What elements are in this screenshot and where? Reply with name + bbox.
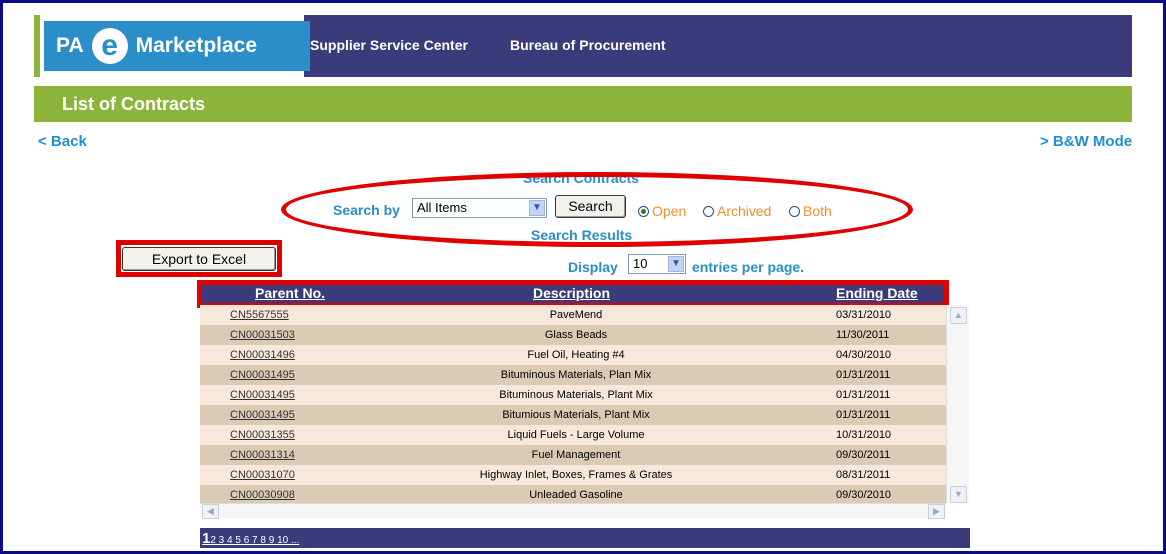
parent-no-link[interactable]: CN00031495 (230, 365, 295, 385)
ending-date-cell: 09/30/2011 (836, 449, 891, 461)
parent-no-link[interactable]: CN00031070 (230, 465, 295, 485)
ending-date-cell: 01/31/2011 (836, 369, 891, 381)
parent-no-link[interactable]: CN00031495 (230, 405, 295, 425)
parent-no-link[interactable]: CN00031495 (230, 385, 295, 405)
ending-date-cell: 09/30/2010 (836, 489, 892, 501)
parent-no-link[interactable]: CN00031496 (230, 345, 295, 365)
parent-no-link[interactable]: CN00030908 (230, 485, 295, 505)
horizontal-scrollbar[interactable]: ◀ ▶ (200, 503, 946, 519)
table-row: CN5567555 PaveMend 03/31/2010 (200, 305, 946, 325)
scroll-left-icon[interactable]: ◀ (202, 504, 219, 519)
display-label: Display (568, 259, 618, 275)
ending-date-cell: 10/31/2010 (836, 429, 892, 441)
entries-per-page-value: 10 (633, 256, 648, 271)
ending-date-cell: 08/31/2011 (836, 469, 891, 481)
ending-date-cell: 04/30/2010 (836, 349, 892, 361)
logo-container[interactable]: PA e Marketplace (34, 15, 310, 77)
table-row: CN00031495 Bituminous Materials, Plant Mi… (200, 385, 946, 405)
description-cell: Fuel Oil, Heating #4 (527, 349, 625, 361)
description-cell: PaveMend (549, 309, 603, 321)
pa-emarketplace-logo[interactable]: PA e Marketplace (44, 21, 310, 71)
description-cell: Bituminous Materials, Plant Mix (499, 389, 653, 401)
ending-date-cell: 03/31/2010 (836, 309, 892, 321)
scroll-right-icon[interactable]: ▶ (928, 504, 945, 519)
table-row: CN00031495 Bituminous Materials, Plan Mix… (200, 365, 946, 385)
table-row: CN00031496 Fuel Oil, Heating #4 04/30/2010 (200, 345, 946, 365)
back-link[interactable]: < Back (38, 133, 87, 150)
bureau-of-procurement-link[interactable]: Bureau of Procurement (510, 37, 666, 53)
search-results-heading: Search Results (531, 227, 633, 243)
description-cell: Highway Inlet, Boxes, Frames & Grates (479, 469, 673, 481)
table-row: CN00031070 Highway Inlet, Boxes, Frames &… (200, 465, 946, 485)
site-header: PA e Marketplace Supplier Service Center… (34, 15, 1132, 77)
export-to-excel-button[interactable]: Export to Excel (122, 247, 276, 271)
description-cell: Glass Beads (544, 329, 608, 341)
description-cell: Bituminous Materials, Plan Mix (500, 369, 652, 381)
parent-no-link[interactable]: CN00031355 (230, 425, 295, 445)
logo-pa: PA (56, 34, 84, 57)
table-row: CN00031314 Fuel Management 09/30/2011 (200, 445, 946, 465)
parent-no-link[interactable]: CN00031503 (230, 325, 295, 345)
logo-marketplace: Marketplace (135, 34, 258, 57)
parent-no-link[interactable]: CN00031314 (230, 445, 295, 465)
table-row: CN00030908 Unleaded Gasoline 09/30/2010 (200, 485, 946, 505)
chevron-down-icon[interactable]: ▼ (668, 256, 684, 272)
entries-per-page-select[interactable]: 10 ▼ (628, 254, 686, 274)
description-cell: Liquid Fuels - Large Volume (507, 429, 645, 441)
table-row: CN00031355 Liquid Fuels - Large Volume 10/… (200, 425, 946, 445)
vertical-scrollbar[interactable]: ▲ ▼ (946, 305, 969, 503)
ending-date-cell: 01/31/2011 (836, 389, 891, 401)
table-row: CN00031495 Bitumious Materials, Plant Mix… (200, 405, 946, 425)
entries-per-page-label: entries per page. (692, 259, 805, 275)
ending-date-cell: 11/30/2011 (836, 329, 890, 341)
page-title: List of Contracts (34, 86, 1132, 122)
table-row: CN00031503 Glass Beads 11/30/2011 (200, 325, 946, 345)
description-cell: Unleaded Gasoline (529, 489, 623, 501)
ending-date-cell: 01/31/2011 (836, 409, 891, 421)
page-links[interactable]: 2 3 4 5 6 7 8 9 10 ... (210, 535, 299, 546)
description-cell: Bitumious Materials, Plant Mix (502, 409, 650, 421)
supplier-service-center-link[interactable]: Supplier Service Center (310, 37, 468, 53)
contracts-table: CN5567555 PaveMend 03/31/2010 CN00031503 Gla… (200, 305, 970, 519)
highlight-header-box (197, 280, 949, 308)
logo-e-icon: e (91, 28, 128, 64)
scroll-down-icon[interactable]: ▼ (950, 486, 967, 503)
description-cell: Fuel Management (531, 449, 621, 461)
bw-mode-link[interactable]: > B&W Mode (1040, 133, 1132, 150)
parent-no-link[interactable]: CN5567555 (230, 305, 289, 325)
pagination: 12 3 4 5 6 7 8 9 10 ... (200, 528, 970, 548)
scroll-up-icon[interactable]: ▲ (950, 307, 967, 324)
